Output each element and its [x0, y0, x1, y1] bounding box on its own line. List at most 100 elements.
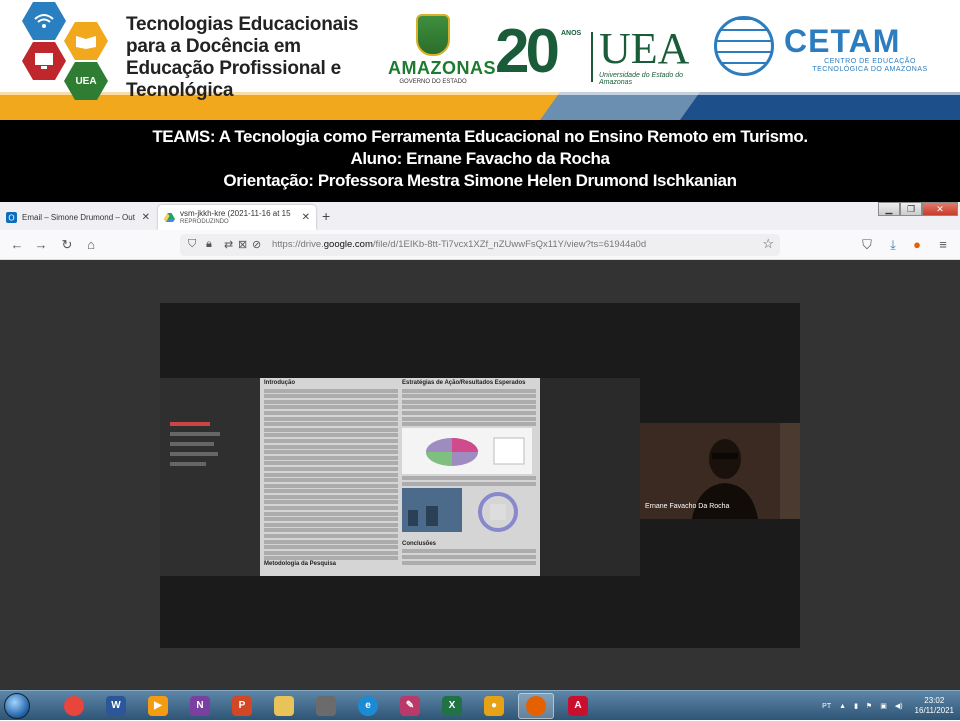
uea-hex-label: UEA	[75, 75, 97, 87]
participant-camera: Ernane Favacho Da Rocha	[640, 423, 800, 519]
uea-signature: Universidade do Estado do Amazonas	[599, 72, 684, 86]
close-window-button[interactable]: ✕	[922, 202, 958, 216]
cetam-subtitle: CENTRO DE EDUCAÇÃO TECNOLÓGICA DO AMAZON…	[812, 58, 928, 73]
book-hex-icon	[64, 22, 108, 60]
outlook-icon: O	[6, 212, 17, 223]
back-arrow-icon[interactable]: ←	[8, 236, 26, 254]
chrome-icon	[64, 696, 84, 716]
flag-icon[interactable]: ⚑	[866, 702, 872, 710]
reload-icon[interactable]: ↻	[58, 236, 76, 254]
taskbar-app-onenote[interactable]: N	[182, 693, 218, 719]
powerpoint-icon: P	[232, 696, 252, 716]
windows-taskbar: W ▶ N Pe ✎ X ● A PT ▲ ▮ ⚑ ▣ ◀) 23:02 16/11/2021	[0, 690, 960, 720]
cetam-logo: CETAM CENTRO DE EDUCAÇÃO TECNOLÓGICA DO …	[714, 16, 954, 86]
doc-pie-chart-figure	[402, 428, 532, 475]
lock-icon[interactable]: 🔒︎	[206, 238, 212, 251]
taskbar-app-firefox[interactable]	[518, 693, 554, 719]
address-bar[interactable]: ⛉ 🔒︎ ⇄ ⊠ ⊘ https://drive.google.com/file…	[180, 234, 780, 256]
power-icon[interactable]: ▣	[880, 702, 887, 710]
tab-drive-video[interactable]: vsm-jkkh-kre (2021-11-16 at 15 REPRODUZI…	[158, 205, 316, 230]
app-icon: ●	[484, 696, 504, 716]
permissions-icon[interactable]: ⇄	[224, 238, 233, 251]
network-icon[interactable]: ▮	[854, 702, 858, 710]
drive-video-viewer: Introdução Metodologia da Pesquisa Estra…	[0, 260, 960, 690]
tab-playing-label: REPRODUZINDO	[180, 218, 229, 225]
taskbar-app-edge[interactable]: e	[350, 693, 386, 719]
acrobat-icon: A	[568, 696, 588, 716]
computer-hex-icon	[22, 42, 66, 80]
tab-email-close-icon[interactable]: ✕	[142, 212, 150, 223]
tab-email[interactable]: O Email – Simone Drumond – Out ✕	[0, 205, 156, 230]
google-drive-icon	[164, 213, 175, 222]
camera-blocked-icon[interactable]: ⊠	[238, 238, 247, 251]
url-path: /file/d/1EIKb-8tt-Ti7vcx1XZf_nZUwwFsQx11…	[372, 239, 647, 250]
browser-window: O Email – Simone Drumond – Out ✕ vsm-jkk…	[0, 202, 960, 690]
pocket-icon[interactable]: ⛉	[858, 236, 876, 254]
slide-header: UEA Tecnologias Educacionais para a Docê…	[0, 0, 960, 120]
taskbar-app-media-player[interactable]: ▶	[140, 693, 176, 719]
video-player[interactable]: Introdução Metodologia da Pesquisa Estra…	[160, 303, 800, 648]
doc-photo-figure	[402, 487, 518, 532]
wifi-hex-icon	[22, 2, 66, 40]
firefox-icon	[526, 696, 546, 716]
amazonas-government-logo: AMAZONAS GOVERNO DO ESTADO	[388, 14, 496, 94]
film-icon	[316, 696, 336, 716]
language-indicator[interactable]: PT	[822, 703, 831, 710]
shield-icon[interactable]: ⛉	[188, 238, 196, 251]
edit-icon: ✎	[400, 696, 420, 716]
doc-methodology-heading: Metodologia da Pesquisa	[264, 561, 337, 567]
taskbar-app-powerpoint[interactable]: P	[224, 693, 260, 719]
new-tab-button[interactable]: +	[322, 208, 330, 224]
bookmark-star-icon[interactable]: ☆	[762, 236, 774, 252]
start-button[interactable]	[4, 693, 30, 719]
uea-name: UEA	[599, 24, 690, 73]
taskbar-app-app[interactable]: ●	[476, 693, 512, 719]
show-hidden-icons-icon[interactable]: ▲	[839, 703, 846, 710]
tab-drive-close-icon[interactable]: ✕	[302, 212, 310, 223]
taskbar-app-folder[interactable]	[266, 693, 302, 719]
uea-20-number: 20	[495, 17, 560, 86]
navigation-bar: ← → ↻ ⌂ ⛉ 🔒︎ ⇄ ⊠ ⊘ https://drive.google.…	[0, 230, 960, 260]
amazonas-emblem-icon	[416, 14, 450, 56]
url-prefix: https://drive.	[272, 239, 324, 250]
downloads-icon[interactable]: ⤓	[884, 236, 902, 254]
clock[interactable]: 23:02 16/11/2021	[915, 696, 954, 716]
tab-bar: O Email – Simone Drumond – Out ✕ vsm-jkk…	[0, 202, 960, 230]
presentation-title: TEAMS: A Tecnologia como Ferramenta Educ…	[152, 127, 808, 146]
taskbar-app-word[interactable]: W	[98, 693, 134, 719]
uea-divider	[591, 32, 593, 82]
shared-screen: Introdução Metodologia da Pesquisa Estra…	[260, 378, 640, 576]
edge-icon: e	[358, 696, 378, 716]
student-name: Aluno: Ernane Favacho da Rocha	[350, 149, 610, 168]
course-title: Tecnologias Educacionais para a Docência…	[126, 14, 359, 101]
taskbar-app-chrome[interactable]	[56, 693, 92, 719]
minimize-button[interactable]: ▁	[878, 202, 900, 216]
doc-conclusions-heading: Conclusões	[402, 540, 437, 547]
taskbar-app-acrobat[interactable]: A	[560, 693, 596, 719]
volume-icon[interactable]: ◀)	[895, 702, 903, 710]
tab-email-label: Email – Simone Drumond – Out	[22, 213, 135, 222]
amazonas-subtitle: GOVERNO DO ESTADO	[399, 79, 467, 85]
doc-introduction-heading: Introdução	[264, 380, 295, 386]
url-text: https://drive.google.com/file/d/1EIKb-8t…	[272, 239, 646, 250]
globe-icon	[714, 16, 774, 76]
uea-anos-label: ANOS	[561, 30, 582, 37]
uea-20-years-logo: 20 ANOS UEA Universidade do Estado do Am…	[495, 20, 695, 92]
amazonas-name: AMAZONAS	[388, 58, 496, 78]
window-controls: ▁ ❐ ✕	[878, 202, 958, 216]
taskbar-app-edit[interactable]: ✎	[392, 693, 428, 719]
shared-document-page: Introdução Metodologia da Pesquisa Estra…	[260, 378, 540, 576]
taskbar-app-film[interactable]	[308, 693, 344, 719]
restore-button[interactable]: ❐	[900, 202, 922, 216]
home-icon[interactable]: ⌂	[82, 236, 100, 254]
system-tray: PT ▲ ▮ ⚑ ▣ ◀) 23:02 16/11/2021	[814, 691, 954, 721]
menu-icon[interactable]: ≡	[934, 236, 952, 254]
forward-arrow-icon[interactable]: →	[32, 236, 50, 254]
participant-name: Ernane Favacho Da Rocha	[645, 503, 730, 510]
clock-time: 23:02	[924, 696, 945, 705]
extension-icon[interactable]: ●	[908, 236, 926, 254]
url-domain: google.com	[323, 239, 373, 250]
mic-blocked-icon[interactable]: ⊘	[252, 238, 261, 251]
tab-drive-label: vsm-jkkh-kre (2021-11-16 at 15	[180, 208, 291, 218]
taskbar-app-excel[interactable]: X	[434, 693, 470, 719]
